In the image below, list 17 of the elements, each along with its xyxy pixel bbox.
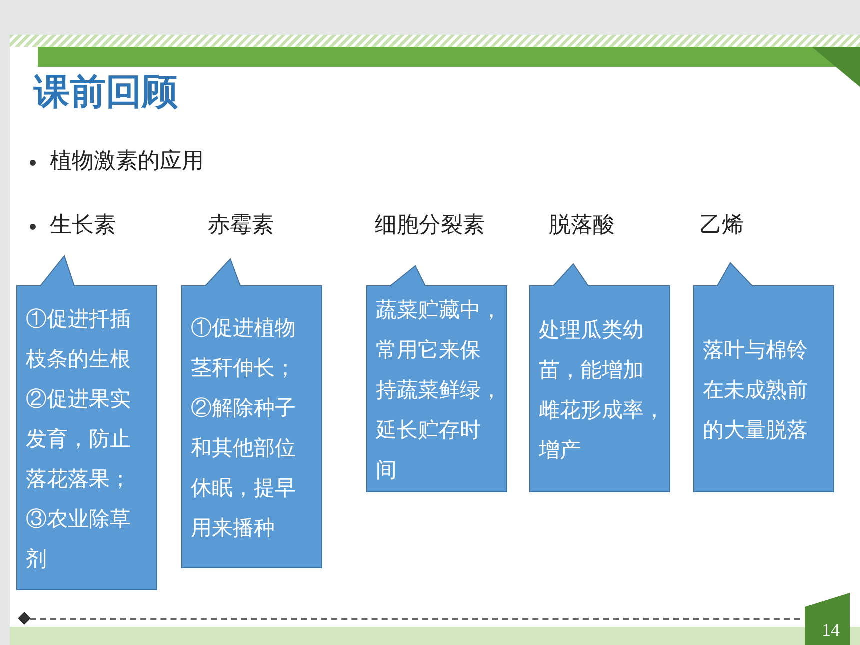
hormone-name: 脱落酸: [549, 213, 615, 240]
page-number: 14: [821, 619, 841, 642]
hormone-name: 生长素: [50, 213, 116, 240]
page-number-background: [805, 593, 850, 645]
callout: 蔬菜贮藏中， 常用它来保 持蔬菜鲜绿， 延长贮存时 间: [366, 265, 509, 494]
bullet-icon: [30, 160, 36, 166]
callout: ①促进扦插 枝条的生根 ②促进果实 发育，防止 落花落果； ③农业除草 剂: [16, 255, 159, 592]
bullet-text: 植物激素的应用: [50, 149, 204, 176]
callout: 处理瓜类幼 苗，能增加 雌花形成率， 增产: [529, 263, 672, 494]
hormone-name: 细胞分裂素: [375, 213, 485, 240]
corner-triangle: [812, 47, 860, 87]
callout: ①促进植物 茎秆伸长； ②解除种子 和其他部位 休眠，提早 用来播种: [181, 258, 324, 570]
callout: 落叶与棉铃 在未成熟前 的大量脱落: [693, 262, 836, 494]
bullet-icon: [30, 224, 36, 230]
hormone-name: 赤霉素: [208, 213, 274, 240]
hormone-name: 乙烯: [700, 213, 744, 240]
slide-title: 课前回顾: [34, 71, 178, 114]
